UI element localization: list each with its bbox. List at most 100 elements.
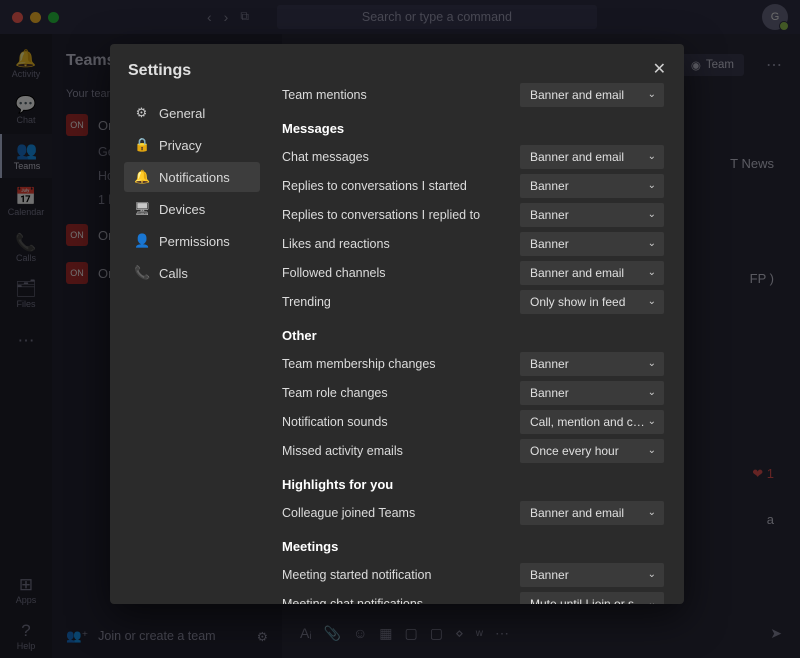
settings-nav-general[interactable]: ⚙General bbox=[124, 98, 260, 128]
more-icon[interactable]: ⋯ bbox=[766, 55, 782, 75]
setting-label: Missed activity emails bbox=[282, 444, 520, 458]
rail-item-files[interactable]: 🗂 Files bbox=[0, 272, 52, 316]
settings-nav: ⚙General 🔒 Privacy 🔔Notifications🖥Devices👤P… bbox=[110, 80, 270, 604]
settings-nav-calls[interactable]: 📞Calls bbox=[124, 258, 260, 288]
close-icon[interactable]: ✕ bbox=[653, 62, 666, 78]
setting-select[interactable]: Banner⌄ bbox=[520, 174, 664, 198]
chevron-down-icon: ⌄ bbox=[648, 358, 656, 369]
gear-icon[interactable]: ⚙ bbox=[257, 629, 268, 644]
setting-row: TrendingOnly show in feed⌄ bbox=[282, 287, 664, 316]
setting-select[interactable]: Banner and email⌄ bbox=[520, 83, 664, 107]
gif-icon[interactable]: ▦ bbox=[379, 625, 392, 642]
rail-label: Apps bbox=[16, 595, 37, 605]
select-value: Call, mention and chat bbox=[530, 415, 648, 429]
settings-nav-privacy[interactable]: 🔒 Privacy bbox=[124, 130, 260, 160]
maximize-window-button[interactable] bbox=[48, 12, 59, 23]
apps-icon: ⊞ bbox=[19, 576, 33, 593]
setting-row: Followed channelsBanner and email⌄ bbox=[282, 258, 664, 287]
section-header: Highlights for you bbox=[282, 477, 664, 492]
setting-select[interactable]: Banner⌄ bbox=[520, 203, 664, 227]
emoji-icon[interactable]: ☺ bbox=[353, 625, 367, 641]
setting-label: Trending bbox=[282, 295, 520, 309]
setting-select[interactable]: Only show in feed⌄ bbox=[520, 290, 664, 314]
rail-item-more[interactable]: ⋯ bbox=[0, 318, 52, 362]
new-window-icon[interactable]: ⧉ bbox=[240, 9, 249, 25]
teams-icon: 👥 bbox=[16, 142, 37, 159]
setting-row: Team membership changesBanner⌄ bbox=[282, 349, 664, 378]
setting-label: Likes and reactions bbox=[282, 237, 520, 251]
meet-icon[interactable]: ▢ bbox=[430, 625, 443, 642]
settings-nav-devices[interactable]: 🖥Devices bbox=[124, 194, 260, 224]
org-icon: ◉ bbox=[691, 58, 701, 72]
setting-select[interactable]: Mute until I join or sen…⌄ bbox=[520, 592, 664, 605]
avatar[interactable]: G bbox=[762, 4, 788, 30]
setting-select[interactable]: Banner and email⌄ bbox=[520, 261, 664, 285]
team-button[interactable]: ◉ Team bbox=[681, 54, 744, 76]
rail-item-activity[interactable]: 🔔Activity bbox=[0, 42, 52, 86]
chevron-down-icon: ⌄ bbox=[648, 507, 656, 518]
select-value: Banner bbox=[530, 237, 648, 251]
setting-label: Followed channels bbox=[282, 266, 520, 280]
setting-row: Missed activity emailsOnce every hour⌄ bbox=[282, 436, 664, 465]
rail-label: Files bbox=[16, 299, 35, 309]
nav-forward-icon[interactable]: › bbox=[224, 9, 229, 25]
rail-item-help[interactable]: ?Help bbox=[0, 614, 52, 658]
setting-label: Colleague joined Teams bbox=[282, 506, 520, 520]
setting-select[interactable]: Banner⌄ bbox=[520, 381, 664, 405]
rail-item-calls[interactable]: 📞Calls bbox=[0, 226, 52, 270]
setting-select[interactable]: Banner⌄ bbox=[520, 563, 664, 587]
setting-select[interactable]: Banner⌄ bbox=[520, 352, 664, 376]
setting-select[interactable]: Banner⌄ bbox=[520, 232, 664, 256]
close-window-button[interactable] bbox=[12, 12, 23, 23]
select-value: Banner bbox=[530, 357, 648, 371]
more-compose-icon[interactable]: w bbox=[476, 628, 483, 639]
setting-row: Team role changesBanner⌄ bbox=[282, 378, 664, 407]
section-header: Other bbox=[282, 328, 664, 343]
chat-icon: 💬 bbox=[15, 96, 36, 113]
settings-nav-label: Privacy bbox=[159, 138, 202, 153]
files-icon: 🗂 bbox=[15, 280, 37, 297]
chevron-down-icon: ⌄ bbox=[648, 296, 656, 307]
devices-icon: 🖥 bbox=[134, 201, 149, 217]
sticker-icon[interactable]: ▢ bbox=[405, 625, 418, 642]
nav-back-icon[interactable]: ‹ bbox=[207, 9, 212, 25]
select-value: Banner and email bbox=[530, 150, 648, 164]
setting-label: Team role changes bbox=[282, 386, 520, 400]
select-value: Banner bbox=[530, 386, 648, 400]
chevron-down-icon: ⌄ bbox=[648, 267, 656, 278]
select-value: Mute until I join or sen… bbox=[530, 597, 648, 605]
rail-item-apps[interactable]: ⊞ Apps bbox=[0, 568, 52, 612]
settings-nav-notifications[interactable]: 🔔Notifications bbox=[124, 162, 260, 192]
calls-icon: 📞 bbox=[15, 234, 36, 251]
settings-nav-permissions[interactable]: 👤Permissions bbox=[124, 226, 260, 256]
settings-content: Team mentionsBanner and email⌄MessagesCh… bbox=[270, 80, 684, 604]
compose-more-icon[interactable]: ⋯ bbox=[495, 625, 509, 642]
privacy-icon: 🔒 bbox=[134, 137, 149, 153]
setting-select[interactable]: Banner and email⌄ bbox=[520, 145, 664, 169]
stream-icon[interactable]: ⋄ bbox=[455, 625, 464, 642]
join-create-team[interactable]: 👥⁺ Join or create a team ⚙ bbox=[66, 628, 268, 644]
general-icon: ⚙ bbox=[134, 105, 149, 121]
setting-label: Meeting started notification bbox=[282, 568, 520, 582]
chevron-down-icon: ⌄ bbox=[648, 569, 656, 580]
setting-select[interactable]: Once every hour⌄ bbox=[520, 439, 664, 463]
rail-item-teams[interactable]: 👥Teams bbox=[0, 134, 52, 178]
rail-label: Help bbox=[17, 641, 36, 651]
minimize-window-button[interactable] bbox=[30, 12, 41, 23]
setting-select[interactable]: Call, mention and chat⌄ bbox=[520, 410, 664, 434]
section-header: Messages bbox=[282, 121, 664, 136]
select-value: Banner bbox=[530, 208, 648, 222]
search-input[interactable]: Search or type a command bbox=[277, 5, 597, 29]
chevron-down-icon: ⌄ bbox=[648, 445, 656, 456]
setting-label: Notification sounds bbox=[282, 415, 520, 429]
chevron-down-icon: ⌄ bbox=[648, 416, 656, 427]
setting-label: Meeting chat notifications bbox=[282, 597, 520, 605]
setting-row: Meeting started notificationBanner⌄ bbox=[282, 560, 664, 589]
rail-item-calendar[interactable]: 📅Calendar bbox=[0, 180, 52, 224]
send-icon[interactable]: ➤ bbox=[770, 625, 782, 642]
rail-item-chat[interactable]: 💬Chat bbox=[0, 88, 52, 132]
attach-icon[interactable]: 📎 bbox=[324, 625, 341, 642]
setting-row: Notification soundsCall, mention and cha… bbox=[282, 407, 664, 436]
setting-select[interactable]: Banner and email⌄ bbox=[520, 501, 664, 525]
format-icon[interactable]: Aᵢ bbox=[300, 625, 312, 641]
